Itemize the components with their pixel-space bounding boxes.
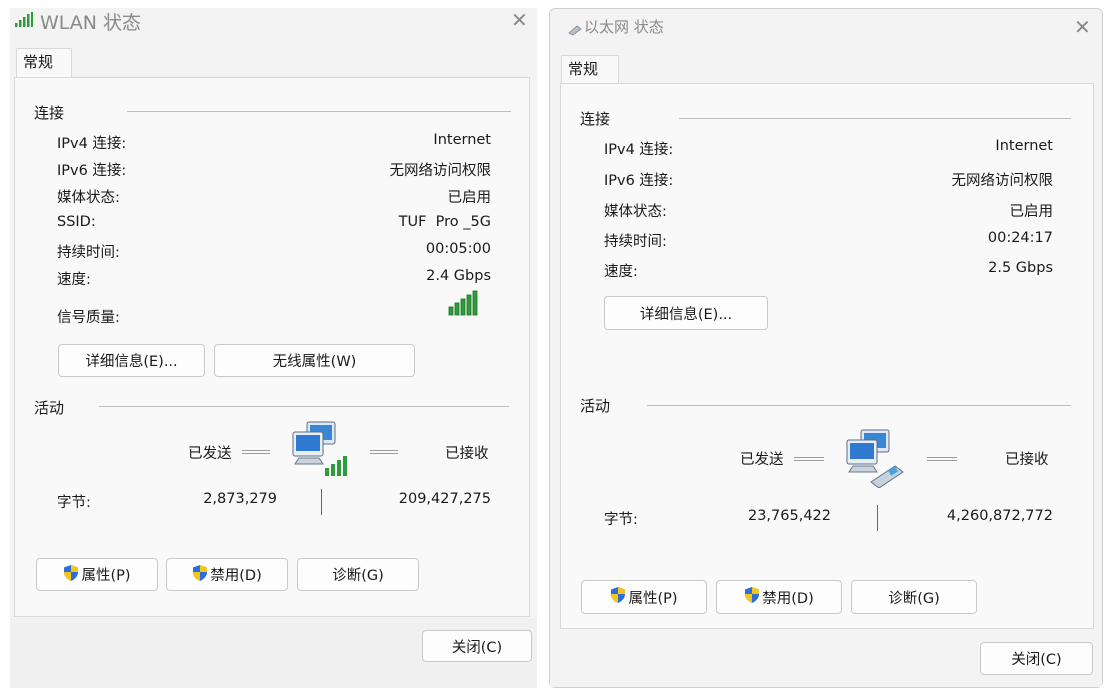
ipv6-label: IPv6 连接: — [604, 173, 674, 189]
disable-button[interactable]: 禁用(D) — [166, 558, 288, 591]
media-state-value: 已启用 — [1009, 204, 1054, 220]
close-icon[interactable]: ✕ — [511, 10, 528, 30]
close-button[interactable]: 关闭(C) — [422, 630, 532, 662]
duration-value: 00:24:17 — [987, 230, 1053, 246]
bytes-sent-value: 23,765,422 — [747, 508, 831, 524]
ipv4-value: Internet — [995, 138, 1053, 154]
connection-divider — [127, 111, 511, 112]
duration-value: 00:05:00 — [425, 241, 491, 257]
diagnose-button[interactable]: 诊断(G) — [297, 558, 419, 591]
bytes-separator — [877, 505, 878, 531]
ethernet-titlebar: 以太网 状态 ✕ — [550, 9, 1102, 43]
wifi-title-icon — [14, 12, 34, 32]
sent-label: 已发送 — [740, 452, 784, 468]
bytes-separator — [321, 489, 322, 515]
sent-line — [794, 457, 824, 461]
uac-shield-icon — [63, 564, 79, 586]
ethernet-title-icon — [568, 21, 582, 40]
signal-strength-icon — [448, 290, 480, 320]
media-state-label: 媒体状态: — [604, 204, 667, 220]
activity-header: 活动 — [34, 397, 71, 418]
ipv6-value: 无网络访问权限 — [389, 163, 492, 179]
bytes-label: 字节: — [604, 512, 638, 528]
activity-header: 活动 — [580, 395, 617, 416]
speed-value: 2.5 Gbps — [988, 260, 1053, 276]
details-button[interactable]: 详细信息(E)... — [604, 296, 768, 330]
window-title: WLAN 状态 — [40, 12, 142, 34]
details-button[interactable]: 详细信息(E)... — [58, 344, 205, 377]
bytes-label: 字节: — [57, 495, 91, 511]
network-computers-icon — [291, 420, 351, 482]
duration-label: 持续时间: — [57, 245, 120, 261]
ssid-label: SSID: — [57, 214, 96, 230]
tab-general[interactable]: 常规 — [561, 55, 619, 85]
uac-shield-icon — [610, 586, 626, 608]
speed-label: 速度: — [604, 264, 638, 280]
tab-label: 常规 — [568, 60, 599, 78]
duration-label: 持续时间: — [604, 234, 667, 250]
wlan-titlebar: WLAN 状态 ✕ — [10, 8, 537, 40]
speed-value: 2.4 Gbps — [426, 268, 491, 284]
ethernet-status-window: 以太网 状态 ✕ 常规 连接 IPv4 连接: Internet IPv6 连接… — [549, 8, 1103, 688]
close-icon[interactable]: ✕ — [1074, 17, 1091, 37]
ipv4-label: IPv4 连接: — [57, 136, 127, 152]
window-title: 以太网 状态 — [584, 18, 664, 36]
general-panel: 连接 IPv4 连接: Internet IPv6 连接: 无网络访问权限 媒体… — [560, 83, 1094, 629]
tab-general[interactable]: 常规 — [16, 48, 72, 78]
network-computers-icon — [845, 428, 907, 492]
ipv6-value: 无网络访问权限 — [951, 173, 1054, 189]
sent-line — [242, 450, 270, 454]
disable-button[interactable]: 禁用(D) — [716, 580, 842, 614]
signal-quality-label: 信号质量: — [57, 310, 120, 326]
received-label: 已接收 — [445, 446, 489, 462]
activity-divider — [647, 405, 1071, 406]
properties-button[interactable]: 属性(P) — [36, 558, 158, 591]
close-button[interactable]: 关闭(C) — [980, 642, 1093, 675]
bytes-sent-value: 2,873,279 — [203, 491, 277, 507]
tab-label: 常规 — [23, 53, 54, 71]
media-state-label: 媒体状态: — [57, 190, 120, 206]
connection-header: 连接 — [34, 102, 71, 123]
ipv6-label: IPv6 连接: — [57, 163, 127, 179]
connection-divider — [679, 118, 1071, 119]
wireless-properties-button[interactable]: 无线属性(W) — [214, 344, 415, 377]
diagnose-button[interactable]: 诊断(G) — [851, 580, 977, 614]
sent-label: 已发送 — [188, 446, 232, 462]
general-panel: 连接 IPv4 连接: Internet IPv6 连接: 无网络访问权限 媒体… — [14, 77, 530, 617]
connection-header: 连接 — [580, 108, 617, 129]
ipv4-label: IPv4 连接: — [604, 142, 674, 158]
ssid-value: TUF Pro _5G — [398, 214, 491, 230]
received-line — [927, 457, 957, 461]
received-label: 已接收 — [1005, 452, 1049, 468]
wlan-status-window: WLAN 状态 ✕ 常规 连接 IPv4 连接: Internet IPv6 连… — [10, 8, 537, 688]
bytes-received-value: 4,260,872,772 — [946, 508, 1053, 524]
ipv4-value: Internet — [433, 132, 491, 148]
uac-shield-icon — [744, 586, 760, 608]
uac-shield-icon — [192, 564, 208, 586]
received-line — [370, 450, 398, 454]
bytes-received-value: 209,427,275 — [398, 491, 491, 507]
media-state-value: 已启用 — [447, 190, 492, 206]
speed-label: 速度: — [57, 272, 91, 288]
activity-divider — [99, 406, 509, 407]
properties-button[interactable]: 属性(P) — [581, 580, 707, 614]
